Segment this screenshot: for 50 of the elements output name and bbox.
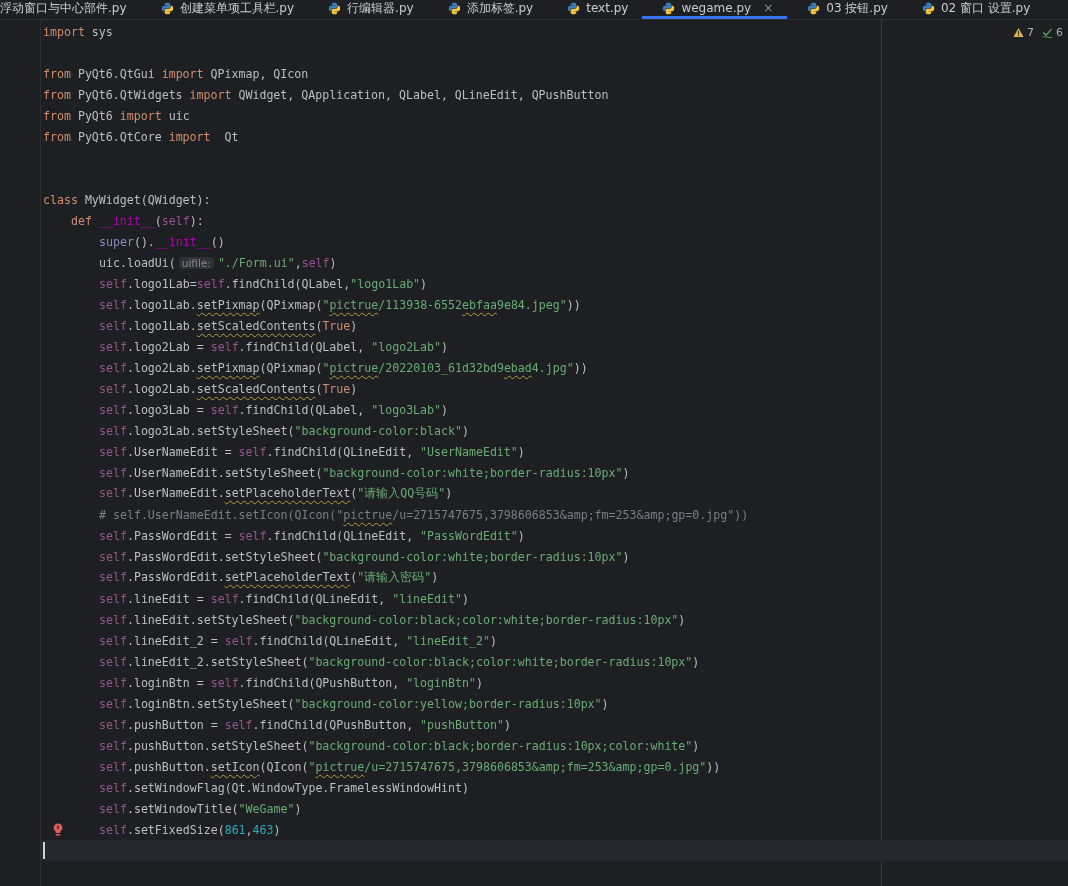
code-line: self.logo2Lab.setPixmap(QPixmap("pictrue/20220103_61d32bd9ebad4.jpg")) — [99, 360, 588, 375]
code-line: self.lineEdit = self.findChild(QLineEdit, "lineEdit") — [99, 591, 469, 606]
code-line: self.logo3Lab = self.findChild(QLabel, "logo3Lab") — [99, 402, 449, 417]
typo-count[interactable]: 6 — [1056, 26, 1063, 39]
code-line: self.logo1Lab=self.findChild(QLabel,"logo1Lab") — [99, 276, 428, 291]
code-line: from PyQt6.QtGui import QPixmap, QIcon — [43, 66, 309, 81]
code-line: self.lineEdit_2 = self.findChild(QLineEdit, "lineEdit_2") — [99, 633, 497, 648]
warning-count[interactable]: 7 — [1027, 26, 1034, 39]
code-line: import sys — [43, 24, 113, 39]
code-line: self.PassWordEdit.setPlaceholderText("请输入密码") — [99, 570, 439, 585]
code-line: self.logo2Lab = self.findChild(QLabel, "logo2Lab") — [99, 339, 449, 354]
code-line: def __init__(self): — [71, 213, 204, 228]
code-line: self.PassWordEdit = self.findChild(QLineEdit, "PassWordEdit") — [99, 528, 525, 543]
editor-tab[interactable]: 浮动窗口与中心部件.py — [0, 0, 141, 19]
code-line: self.lineEdit_2.setStyleSheet("background-color:black;color:white;border-radius:10px") — [99, 654, 700, 669]
code-line: class MyWidget(QWidget): — [43, 192, 211, 207]
editor-tab[interactable]: 03 按钮.py — [787, 0, 902, 19]
code-line: self.logo3Lab.setStyleSheet("background-color:black") — [99, 423, 469, 438]
code-line: self.UserNameEdit.setStyleSheet("background-color:white;border-radius:10px") — [99, 465, 630, 480]
code-line: from PyQt6.QtCore import Qt — [43, 129, 239, 144]
code-line: self.loginBtn.setStyleSheet("background-color:yellow;border-radius:10px") — [99, 696, 609, 711]
editor-tab[interactable]: 添加标签.py — [427, 0, 548, 19]
code-line: self.logo1Lab.setPixmap(QPixmap("pictrue/113938-6552ebfaa9e84.jpeg")) — [99, 297, 581, 312]
code-line: super().__init__() — [99, 234, 225, 249]
code-line: self.logo1Lab.setScaledContents(True) — [99, 318, 358, 333]
code-line: self.PassWordEdit.setStyleSheet("background-color:white;border-radius:10px") — [99, 549, 630, 564]
code-line: self.UserNameEdit = self.findChild(QLineEdit, "UserNameEdit") — [99, 444, 525, 459]
code-line: self.loginBtn = self.findChild(QPushButton, "loginBtn") — [99, 675, 483, 690]
editor-tab[interactable]: 创建菜单项工具栏.py — [140, 0, 309, 19]
code-line: self.setFixedSize(861,463) — [99, 822, 281, 837]
code-line: # self.UserNameEdit.setIcon(QIcon("pictrue/u=2715747675,3798606853&amp;fm=253&amp;gp=0.jpg")) — [99, 507, 749, 522]
error-bulb-icon[interactable] — [53, 823, 63, 837]
editor-tab[interactable]: 行编辑器.py — [308, 0, 428, 19]
code-line: uic.loadUi( uifile: "./Form.ui",self) — [99, 255, 337, 270]
editor-tab[interactable]: text.py — [547, 0, 643, 19]
warning-icon — [1013, 27, 1024, 38]
check-icon — [1042, 27, 1053, 38]
code-line: self.logo2Lab.setScaledContents(True) — [99, 381, 358, 396]
editor-tab[interactable]: wegame.py × — [642, 0, 788, 19]
code-line: self.setWindowFlag(Qt.WindowType.FramelessWindowHint) — [99, 780, 469, 795]
code-line: self.pushButton.setStyleSheet("background-color:black;border-radius:10px;color:white") — [99, 738, 700, 753]
code-line: self.pushButton.setIcon(QIcon("pictrue/u=2715747675,3798606853&amp;fm=253&amp;gp=0.jpg")) — [99, 759, 721, 774]
code-line: self.lineEdit.setStyleSheet("background-color:black;color:white;border-radius:10px") — [99, 612, 686, 627]
text-caret — [43, 842, 45, 859]
code-line: self.UserNameEdit.setPlaceholderText("请输入QQ号码") — [99, 486, 453, 501]
code-line: from PyQt6.QtWidgets import QWidget, QApplication, QLabel, QLineEdit, QPushButton — [43, 87, 609, 102]
code-line: self.setWindowTitle("WeGame") — [99, 801, 302, 816]
code-line: from PyQt6 import uic — [43, 108, 190, 123]
editor-tab[interactable]: 02 窗口 设置.py — [901, 0, 1045, 19]
code-line: self.pushButton = self.findChild(QPushButton, "pushButton") — [99, 717, 511, 732]
